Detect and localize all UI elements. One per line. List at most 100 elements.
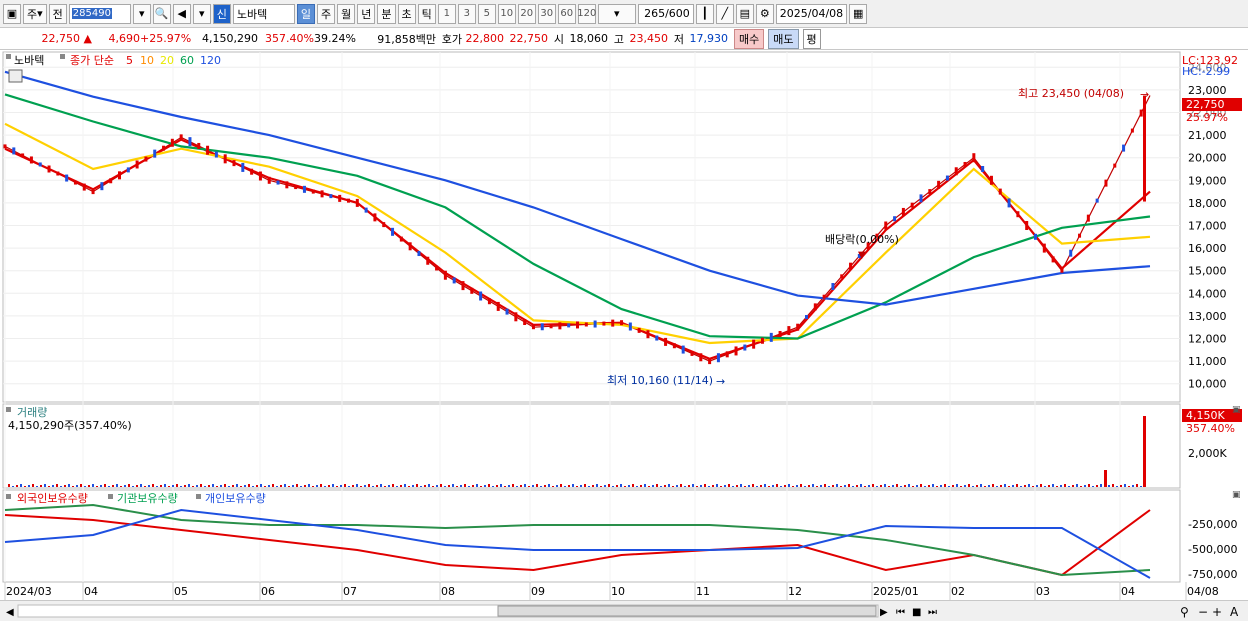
candle [408, 242, 412, 251]
candle [954, 167, 958, 176]
volume-bar [296, 484, 298, 487]
zoom-in-icon[interactable]: + [1212, 605, 1222, 619]
volume-bar [244, 485, 246, 487]
candle-icon[interactable]: ┃ [695, 3, 714, 24]
volume-bar [852, 486, 854, 487]
candle [1034, 233, 1037, 240]
zoom-icon[interactable]: ⚲ [1180, 605, 1189, 619]
dropdown-icon[interactable]: ▾ [132, 3, 151, 24]
price-chart[interactable]: 24,00023,00022,00021,00020,00019,00018,0… [0, 50, 1248, 600]
scroll-bar[interactable]: ◀ ▶ ⏮ ■ ⏭ ⚲ − + A [0, 600, 1248, 621]
holding-title-foreign: 외국인보유수량 [17, 492, 88, 505]
volume-bar [424, 485, 426, 487]
interval-3[interactable]: 3 [457, 3, 476, 24]
x-axis-label: 2025/01 [873, 585, 919, 598]
custom-interval-select[interactable]: ▾ [597, 3, 636, 24]
volume-bar [932, 484, 934, 487]
candle [461, 281, 465, 291]
period-main-select[interactable]: 주 ▾ [23, 3, 47, 24]
period-year[interactable]: 년 [357, 3, 376, 24]
volume-bar [784, 485, 786, 487]
scroll-thumb[interactable] [497, 605, 877, 617]
volume-bar [36, 486, 38, 487]
prev-button[interactable]: 전 [48, 3, 67, 24]
buy-button[interactable]: 매수 [734, 28, 765, 49]
price-tick-label: 23,000 [1188, 84, 1227, 97]
period-month[interactable]: 월 [337, 3, 356, 24]
gear-icon[interactable]: ⚙ [755, 3, 774, 24]
chevron-down-icon[interactable]: ▾ [192, 3, 211, 24]
panel-close-icon[interactable]: ▣ [1232, 490, 1241, 500]
legend-ma-20: 20 [160, 54, 174, 67]
volume-bar [376, 485, 378, 487]
calendar-icon[interactable]: ▦ [849, 3, 868, 24]
volume-bar [864, 486, 866, 487]
count-field[interactable]: 265/600 [637, 3, 694, 24]
open-price: 18,060 [569, 32, 609, 45]
volume-bar [316, 485, 318, 487]
current-price: 22,750 ▲ [41, 32, 92, 45]
zoom-out-icon[interactable]: − [1198, 605, 1208, 619]
first-icon[interactable]: ⏮ [896, 607, 905, 618]
holding-title-individual: 개인보유수량 [205, 492, 266, 505]
last-icon[interactable]: ⏭ [928, 607, 937, 618]
candle [267, 176, 271, 184]
layout-icon[interactable]: ▣ [3, 3, 21, 24]
interval-60[interactable]: 60 [557, 3, 576, 24]
volume-bar [388, 485, 390, 487]
scroll-right-icon[interactable]: ▶ [880, 607, 888, 618]
avg-button[interactable]: 평 [802, 28, 821, 49]
scroll-left-icon[interactable]: ◀ [6, 607, 14, 618]
period-week[interactable]: 주 [317, 3, 336, 24]
volume-bar [460, 485, 462, 487]
stock-code-input[interactable]: 285490 [68, 3, 131, 24]
volume-bar [540, 486, 542, 487]
volume-bar [464, 484, 466, 487]
interval-10[interactable]: 10 [497, 3, 516, 24]
volume-bar [372, 486, 374, 487]
volume-bar [196, 485, 198, 487]
sell-button[interactable]: 매도 [768, 28, 799, 49]
candle [972, 153, 976, 163]
volume-bar [860, 484, 862, 487]
volume-bar [636, 486, 638, 487]
auto-scale-icon[interactable]: A [1230, 605, 1239, 619]
volume-bar [64, 485, 66, 487]
period-tick[interactable]: 틱 [417, 3, 436, 24]
volume-bar [832, 485, 834, 487]
volume-bar [668, 484, 670, 487]
interval-120[interactable]: 120 [577, 3, 596, 24]
period-day[interactable]: 일 [296, 3, 316, 24]
volume-bar [632, 484, 634, 487]
volume-bar [700, 485, 702, 487]
stock-name-field[interactable]: 노바텍 [232, 3, 295, 24]
volume-bar [324, 486, 326, 487]
high-arrow-icon: → [1140, 88, 1149, 101]
volume-bar [120, 486, 122, 487]
speaker-icon[interactable]: ◀ [172, 3, 191, 24]
volume-bar [420, 486, 422, 487]
date-field[interactable]: 2025/04/08 [775, 3, 848, 24]
save-icon[interactable]: ▤ [735, 3, 754, 24]
volume-bar [900, 486, 902, 487]
table-icon[interactable] [8, 69, 23, 83]
candle [998, 188, 1002, 195]
interval-5[interactable]: 5 [477, 3, 496, 24]
volume-bar [804, 486, 806, 487]
panel-close-icon[interactable]: ▣ [1232, 405, 1241, 415]
volume-bar [92, 484, 94, 487]
draw-icon[interactable]: ╱ [715, 3, 734, 24]
volume-bar [288, 486, 290, 487]
candle [664, 337, 668, 346]
stop-icon[interactable]: ■ [912, 607, 921, 618]
period-minute[interactable]: 분 [377, 3, 396, 24]
volume-bar [280, 485, 282, 487]
interval-1[interactable]: 1 [437, 3, 456, 24]
search-icon[interactable]: 🔍 [152, 3, 171, 24]
interval-20[interactable]: 20 [517, 3, 536, 24]
candle [1078, 233, 1082, 238]
volume-bar [952, 485, 954, 487]
volume-bar [432, 486, 434, 487]
interval-30[interactable]: 30 [537, 3, 556, 24]
period-second[interactable]: 초 [397, 3, 416, 24]
